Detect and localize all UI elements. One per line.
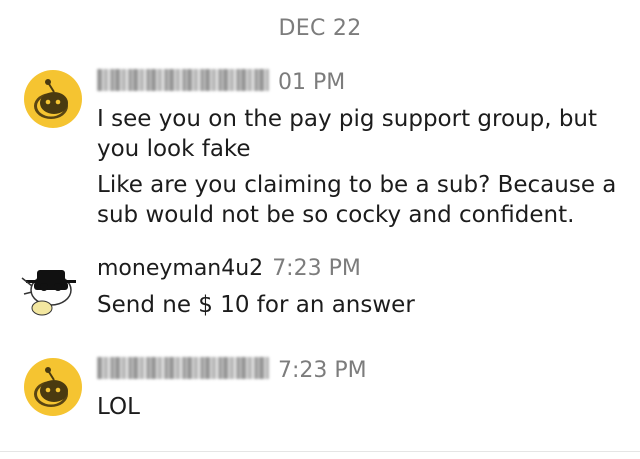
message-text: LOL xyxy=(97,394,140,420)
timestamp: 7:23 PM xyxy=(272,256,361,281)
message-group: moneyman4u2 7:23 PM Send ne $ 10 for an … xyxy=(0,250,640,340)
message-group: 7:23 PM LOL xyxy=(0,352,640,442)
username-redacted[interactable] xyxy=(97,357,269,379)
date-separator: DEC 22 xyxy=(278,16,362,41)
username[interactable]: moneyman4u2 xyxy=(97,256,263,281)
avatar[interactable] xyxy=(24,358,82,416)
message-text: I see you on the pay pig support group, … xyxy=(97,106,598,162)
message-group: 01 PM I see you on the pay pig support g… xyxy=(0,64,640,234)
message-header: 7:23 PM xyxy=(97,356,632,386)
avatar[interactable] xyxy=(20,256,78,316)
timestamp: 7:23 PM xyxy=(278,358,367,383)
snoo-avatar-icon xyxy=(24,358,82,416)
timestamp: 01 PM xyxy=(278,70,346,95)
message-header: 01 PM xyxy=(97,68,632,98)
snoo-hat-sunglasses-avatar-icon xyxy=(21,270,76,316)
message-text: Like are you claiming to be a sub? Becau… xyxy=(97,172,617,228)
message-text: Send ne $ 10 for an answer xyxy=(97,292,415,318)
username-redacted[interactable] xyxy=(97,69,269,91)
message-header: moneyman4u2 7:23 PM xyxy=(97,254,632,284)
divider xyxy=(0,451,640,452)
snoo-avatar-icon xyxy=(24,70,82,128)
avatar[interactable] xyxy=(24,70,82,128)
